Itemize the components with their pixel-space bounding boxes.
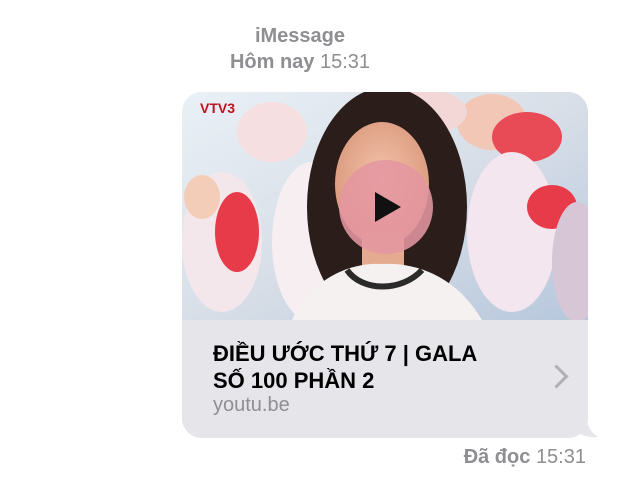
link-title-line-2: SỐ 100 PHẦN 2 <box>213 368 375 393</box>
timestamp: Hôm nay 15:31 <box>0 49 610 75</box>
link-domain: youtu.be <box>213 394 290 416</box>
read-receipt: Đã đọc 15:31 <box>464 446 586 469</box>
channel-logo: VTV3 <box>200 100 235 116</box>
timestamp-time: 15:31 <box>319 51 371 73</box>
service-label: iMessage <box>254 25 346 47</box>
link-preview-bubble[interactable]: VTV3 ĐIỀU ƯỚC THỨ 7 | GALA SỐ 100 PHẦN 2… <box>182 92 588 438</box>
link-title-line-1: ĐIỀU ƯỚC THỨ 7 | GALA <box>213 341 478 366</box>
link-caption[interactable]: ĐIỀU ƯỚC THỨ 7 | GALA SỐ 100 PHẦN 2 yout… <box>182 320 588 438</box>
play-button[interactable] <box>339 160 433 254</box>
timestamp-day: Hôm nay <box>229 51 315 73</box>
video-thumbnail[interactable]: VTV3 <box>182 92 588 320</box>
play-icon <box>375 192 401 222</box>
conversation-header: iMessage Hôm nay 15:31 <box>0 24 620 75</box>
read-status: Đã đọc <box>463 446 531 468</box>
read-time: 15:31 <box>535 446 586 468</box>
chevron-right-icon <box>544 364 569 389</box>
link-title: ĐIỀU ƯỚC THỨ 7 | GALA SỐ 100 PHẦN 2 <box>213 340 533 394</box>
